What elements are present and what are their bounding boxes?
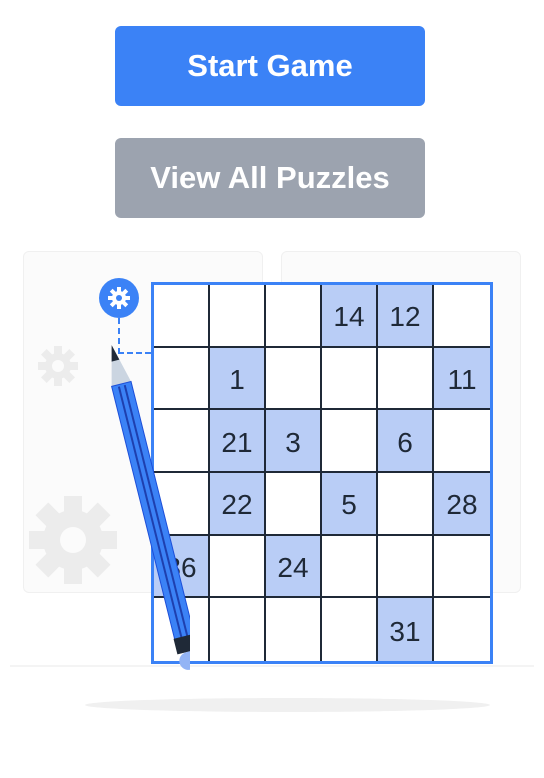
- grid-cell[interactable]: [266, 347, 322, 411]
- grid-cell[interactable]: [210, 535, 266, 599]
- puzzle-illustration: 14 12 1 11 21 3 6 22 5 28 36 24 31: [0, 240, 544, 778]
- grid-cell[interactable]: [378, 473, 434, 536]
- cell-number: 12: [389, 301, 421, 333]
- grid-cell[interactable]: 11: [434, 347, 490, 411]
- grid-cell[interactable]: [322, 410, 378, 473]
- ground-shadow: [85, 698, 490, 712]
- grid-cell[interactable]: [434, 536, 490, 599]
- cell-number: 5: [341, 489, 357, 521]
- grid-cell[interactable]: [434, 285, 490, 348]
- cell-number: 3: [285, 426, 301, 458]
- gear-icon: [108, 287, 130, 309]
- grid-cell[interactable]: 1: [210, 347, 266, 411]
- grid-cell[interactable]: [378, 535, 434, 599]
- cell-number: 31: [389, 615, 421, 647]
- cell-number: 21: [221, 426, 253, 458]
- cell-number: 28: [446, 489, 478, 521]
- grid-cell[interactable]: 21: [210, 410, 266, 473]
- cell-number: 11: [447, 363, 477, 395]
- grid-cell[interactable]: [322, 347, 378, 411]
- cell-number: 1: [229, 363, 245, 395]
- grid-cell[interactable]: 31: [378, 598, 434, 661]
- grid-cell[interactable]: 12: [378, 285, 434, 348]
- grid-cell[interactable]: [266, 285, 322, 348]
- cell-number: 6: [397, 426, 413, 458]
- grid-cell[interactable]: [434, 598, 490, 661]
- grid-cell[interactable]: [322, 535, 378, 599]
- grid-cell[interactable]: [154, 285, 210, 348]
- grid-cell[interactable]: [266, 473, 322, 536]
- grid-cell[interactable]: 28: [434, 473, 490, 536]
- grid-cell[interactable]: 14: [322, 285, 378, 348]
- grid-cell[interactable]: [210, 285, 266, 348]
- grid-cell[interactable]: 24: [266, 535, 322, 599]
- grid-cell[interactable]: [378, 347, 434, 411]
- settings-badge[interactable]: [99, 278, 139, 318]
- grid-cell[interactable]: 5: [322, 473, 378, 536]
- grid-cell[interactable]: [434, 410, 490, 473]
- pencil-icon: [111, 345, 190, 670]
- grid-cell[interactable]: 3: [266, 410, 322, 473]
- small-gear-icon: [38, 346, 78, 386]
- grid-cell[interactable]: 6: [378, 410, 434, 473]
- grid-cell[interactable]: [322, 598, 378, 661]
- puzzle-grid[interactable]: 14 12 1 11 21 3 6 22 5 28 36 24 31: [151, 282, 493, 664]
- view-all-puzzles-button[interactable]: View All Puzzles: [115, 138, 425, 218]
- grid-cell[interactable]: [210, 598, 266, 661]
- grid-cell[interactable]: [266, 598, 322, 661]
- cell-number: 22: [221, 489, 253, 521]
- start-game-button[interactable]: Start Game: [115, 26, 425, 106]
- grid-cell[interactable]: 22: [210, 473, 266, 536]
- cell-number: 14: [333, 301, 365, 333]
- cell-number: 24: [277, 551, 309, 583]
